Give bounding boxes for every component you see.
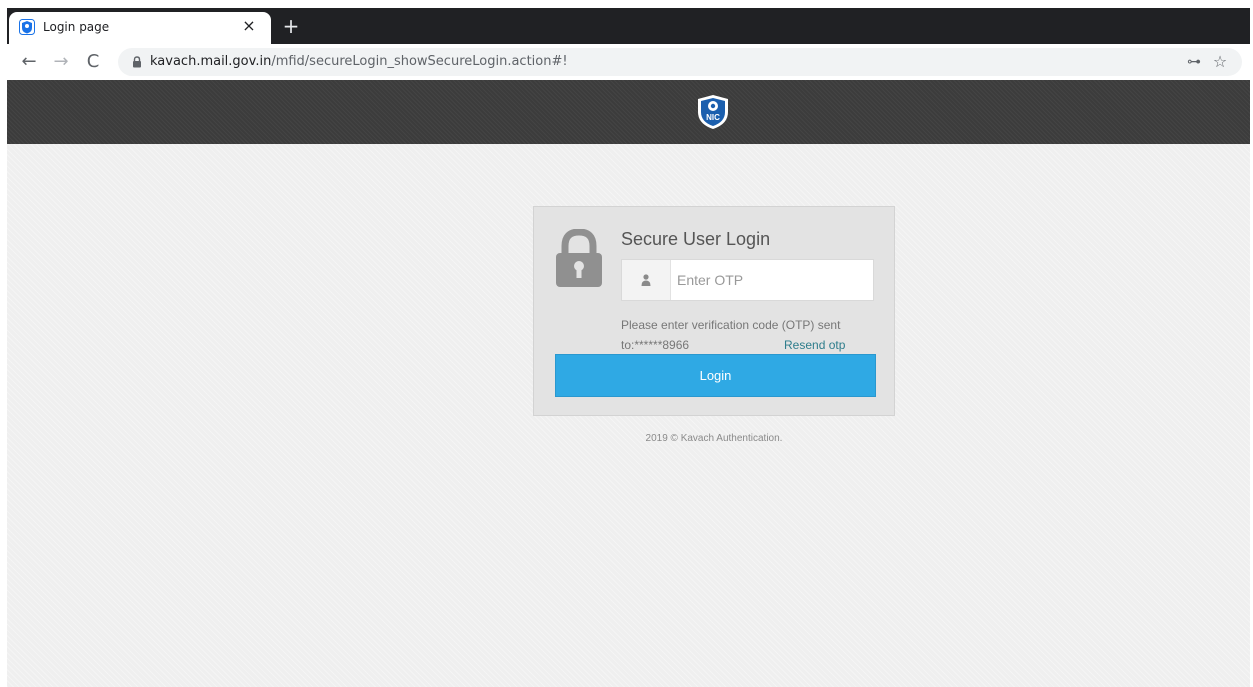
lock-icon bbox=[133, 56, 141, 68]
user-icon bbox=[641, 274, 651, 286]
tab-title: Login page bbox=[43, 20, 110, 34]
star-icon[interactable]: ☆ bbox=[1210, 52, 1230, 72]
nic-logo: NIC bbox=[698, 95, 728, 129]
site-header: NIC bbox=[7, 80, 1250, 144]
login-panel: Secure User Login Please enter verificat… bbox=[533, 206, 895, 416]
user-addon bbox=[622, 260, 671, 300]
forward-arrow-icon[interactable]: → bbox=[49, 50, 73, 74]
help-line-1: Please enter verification code (OTP) sen… bbox=[621, 318, 841, 332]
reload-icon[interactable]: C bbox=[81, 50, 105, 74]
browser-tab[interactable]: Login page × bbox=[9, 12, 271, 44]
close-tab-icon[interactable]: × bbox=[239, 16, 259, 36]
nic-favicon-icon bbox=[19, 19, 35, 35]
page-content: NIC Secure User Login Please enter verif… bbox=[7, 80, 1250, 687]
url-host: kavach.mail.gov.in bbox=[150, 54, 272, 69]
new-tab-button[interactable]: + bbox=[279, 14, 303, 38]
login-button[interactable]: Login bbox=[555, 354, 876, 397]
padlock-icon bbox=[556, 229, 602, 287]
resend-otp-link[interactable]: Resend otp bbox=[784, 335, 845, 355]
otp-input[interactable] bbox=[671, 260, 871, 300]
back-arrow-icon[interactable]: ← bbox=[17, 50, 41, 74]
address-bar[interactable]: kavach.mail.gov.in/mfid/secureLogin_show… bbox=[118, 48, 1242, 76]
url-path: /mfid/secureLogin_showSecureLogin.action… bbox=[271, 54, 568, 69]
url-text[interactable]: kavach.mail.gov.in/mfid/secureLogin_show… bbox=[150, 54, 568, 69]
login-title: Secure User Login bbox=[621, 229, 771, 249]
browser-toolbar: ← → C kavach.mail.gov.in/mfid/secureLogi… bbox=[7, 44, 1250, 80]
otp-input-group bbox=[621, 259, 874, 301]
logo-text: NIC bbox=[706, 113, 720, 122]
key-icon[interactable]: ⊶ bbox=[1184, 52, 1204, 72]
footer-copyright: 2019 © Kavach Authentication. bbox=[645, 433, 783, 444]
browser-tabstrip: Login page × + bbox=[7, 8, 1250, 44]
